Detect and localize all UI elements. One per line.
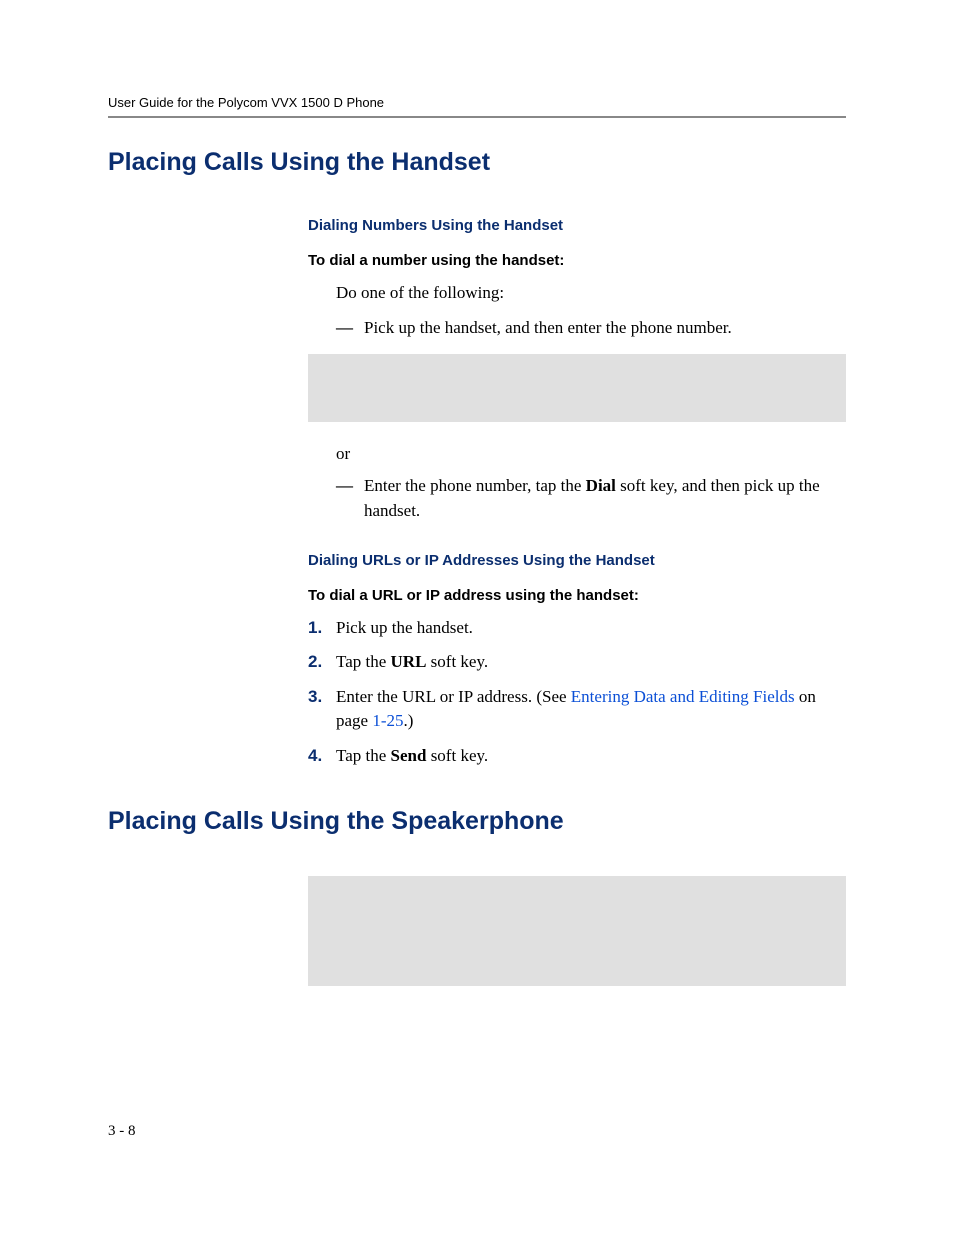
step-number: 4.: [308, 744, 336, 769]
content-block-2: [308, 876, 846, 986]
step-2: 2. Tap the URL soft key.: [308, 650, 846, 675]
dash-bullet-1: — Pick up the handset, and then enter th…: [336, 316, 846, 341]
text-fragment: Enter the phone number, tap the: [364, 476, 586, 495]
text-fragment: Tap the: [336, 746, 391, 765]
subheading-dial-numbers: Dialing Numbers Using the Handset: [308, 217, 846, 234]
bold-dial: Dial: [586, 476, 616, 495]
section-heading-speakerphone: Placing Calls Using the Speakerphone: [108, 807, 846, 836]
running-header: User Guide for the Polycom VVX 1500 D Ph…: [108, 95, 846, 110]
step-4: 4. Tap the Send soft key.: [308, 744, 846, 769]
bold-send: Send: [391, 746, 427, 765]
step-text: Tap the URL soft key.: [336, 650, 846, 675]
step-number: 1.: [308, 616, 336, 641]
page-number: 3 - 8: [108, 1123, 136, 1140]
bold-url: URL: [391, 652, 427, 671]
note-placeholder-box: [308, 876, 846, 986]
em-dash-icon: —: [336, 316, 364, 341]
text-fragment: soft key.: [426, 746, 488, 765]
cross-ref-link[interactable]: Entering Data and Editing Fields: [571, 687, 795, 706]
intro-text: Do one of the following:: [336, 281, 846, 306]
text-fragment: Enter the URL or IP address. (See: [336, 687, 571, 706]
step-text: Tap the Send soft key.: [336, 744, 846, 769]
bullet-text: Enter the phone number, tap the Dial sof…: [364, 474, 846, 523]
step-3: 3. Enter the URL or IP address. (See Ent…: [308, 685, 846, 734]
lead-dial-url: To dial a URL or IP address using the ha…: [308, 587, 846, 604]
page-ref-link[interactable]: 1-25: [372, 711, 403, 730]
page: User Guide for the Polycom VVX 1500 D Ph…: [0, 0, 954, 1235]
bullet-text: Pick up the handset, and then enter the …: [364, 316, 846, 341]
em-dash-icon: —: [336, 474, 364, 523]
text-fragment: Tap the: [336, 652, 391, 671]
lead-dial-number: To dial a number using the handset:: [308, 252, 846, 269]
subheading-dial-urls: Dialing URLs or IP Addresses Using the H…: [308, 552, 846, 569]
step-1: 1. Pick up the handset.: [308, 616, 846, 641]
section-heading-handset: Placing Calls Using the Handset: [108, 148, 846, 177]
text-fragment: soft key.: [426, 652, 488, 671]
content-block-1: Dialing Numbers Using the Handset To dia…: [308, 217, 846, 769]
step-number: 3.: [308, 685, 336, 734]
header-rule: [108, 116, 846, 118]
or-text: or: [336, 444, 846, 464]
step-text: Pick up the handset.: [336, 616, 846, 641]
step-text: Enter the URL or IP address. (See Enteri…: [336, 685, 846, 734]
dash-bullet-2: — Enter the phone number, tap the Dial s…: [336, 474, 846, 523]
text-fragment: .): [404, 711, 414, 730]
note-placeholder-box: [308, 354, 846, 422]
step-number: 2.: [308, 650, 336, 675]
